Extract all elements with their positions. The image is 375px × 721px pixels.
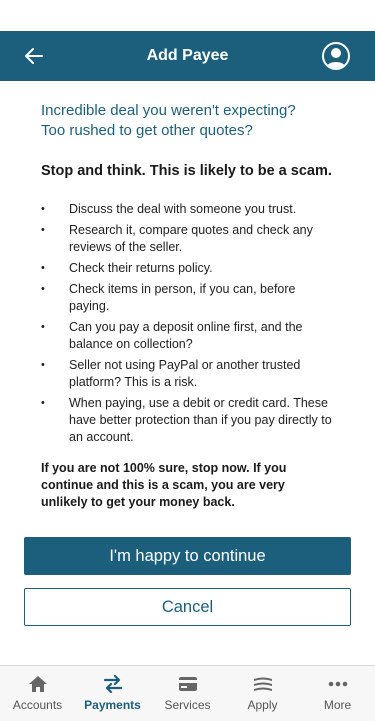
tab-apply-label: Apply [247, 698, 278, 712]
tab-services[interactable]: Services [150, 666, 225, 721]
headline: Incredible deal you weren't expecting? T… [41, 101, 334, 141]
layers-icon [253, 675, 273, 693]
home-icon [28, 675, 48, 693]
tip-item: Seller not using PayPal or another trust… [41, 357, 334, 391]
scam-warning-content: Incredible deal you weren't expecting? T… [0, 81, 375, 511]
tip-item: Research it, compare quotes and check an… [41, 222, 334, 256]
tip-item: Discuss the deal with someone you trust. [41, 201, 334, 218]
status-strip [0, 0, 375, 31]
profile-button[interactable] [322, 42, 350, 70]
back-button[interactable] [22, 44, 46, 68]
tab-more[interactable]: More [300, 666, 375, 721]
user-avatar-icon [326, 48, 346, 68]
more-dots-icon [328, 675, 348, 693]
app-header: Add Payee [0, 31, 375, 81]
back-arrow-icon [25, 48, 43, 64]
tab-payments-label: Payments [84, 698, 141, 712]
scam-warning-heading: Stop and think. This is likely to be a s… [41, 163, 332, 179]
tip-item: Check items in person, if you can, befor… [41, 281, 334, 315]
stop-note: If you are not 100% sure, stop now. If y… [41, 461, 287, 509]
tip-item: Can you pay a deposit online first, and … [41, 319, 334, 353]
bottom-tab-bar: Accounts Payments Services Apply More [0, 665, 375, 721]
action-buttons: I'm happy to continue Cancel [0, 537, 375, 626]
cancel-button[interactable]: Cancel [24, 588, 351, 626]
headline-line-1: Incredible deal you weren't expecting? [41, 102, 296, 119]
transfer-arrows-icon [103, 675, 123, 693]
tab-payments[interactable]: Payments [75, 666, 150, 721]
tab-services-label: Services [164, 698, 211, 712]
headline-line-2: Too rushed to get other quotes? [41, 122, 253, 139]
tab-apply[interactable]: Apply [225, 666, 300, 721]
card-icon [178, 675, 198, 693]
safety-tips-list: Discuss the deal with someone you trust.… [41, 201, 334, 446]
page-title: Add Payee [146, 47, 229, 64]
tab-accounts[interactable]: Accounts [0, 666, 75, 721]
tab-more-label: More [323, 698, 352, 712]
continue-button[interactable]: I'm happy to continue [24, 537, 351, 575]
tip-item: Check their returns policy. [41, 260, 334, 277]
tab-accounts-label: Accounts [12, 698, 63, 712]
tip-item: When paying, use a debit or credit card.… [41, 395, 334, 446]
